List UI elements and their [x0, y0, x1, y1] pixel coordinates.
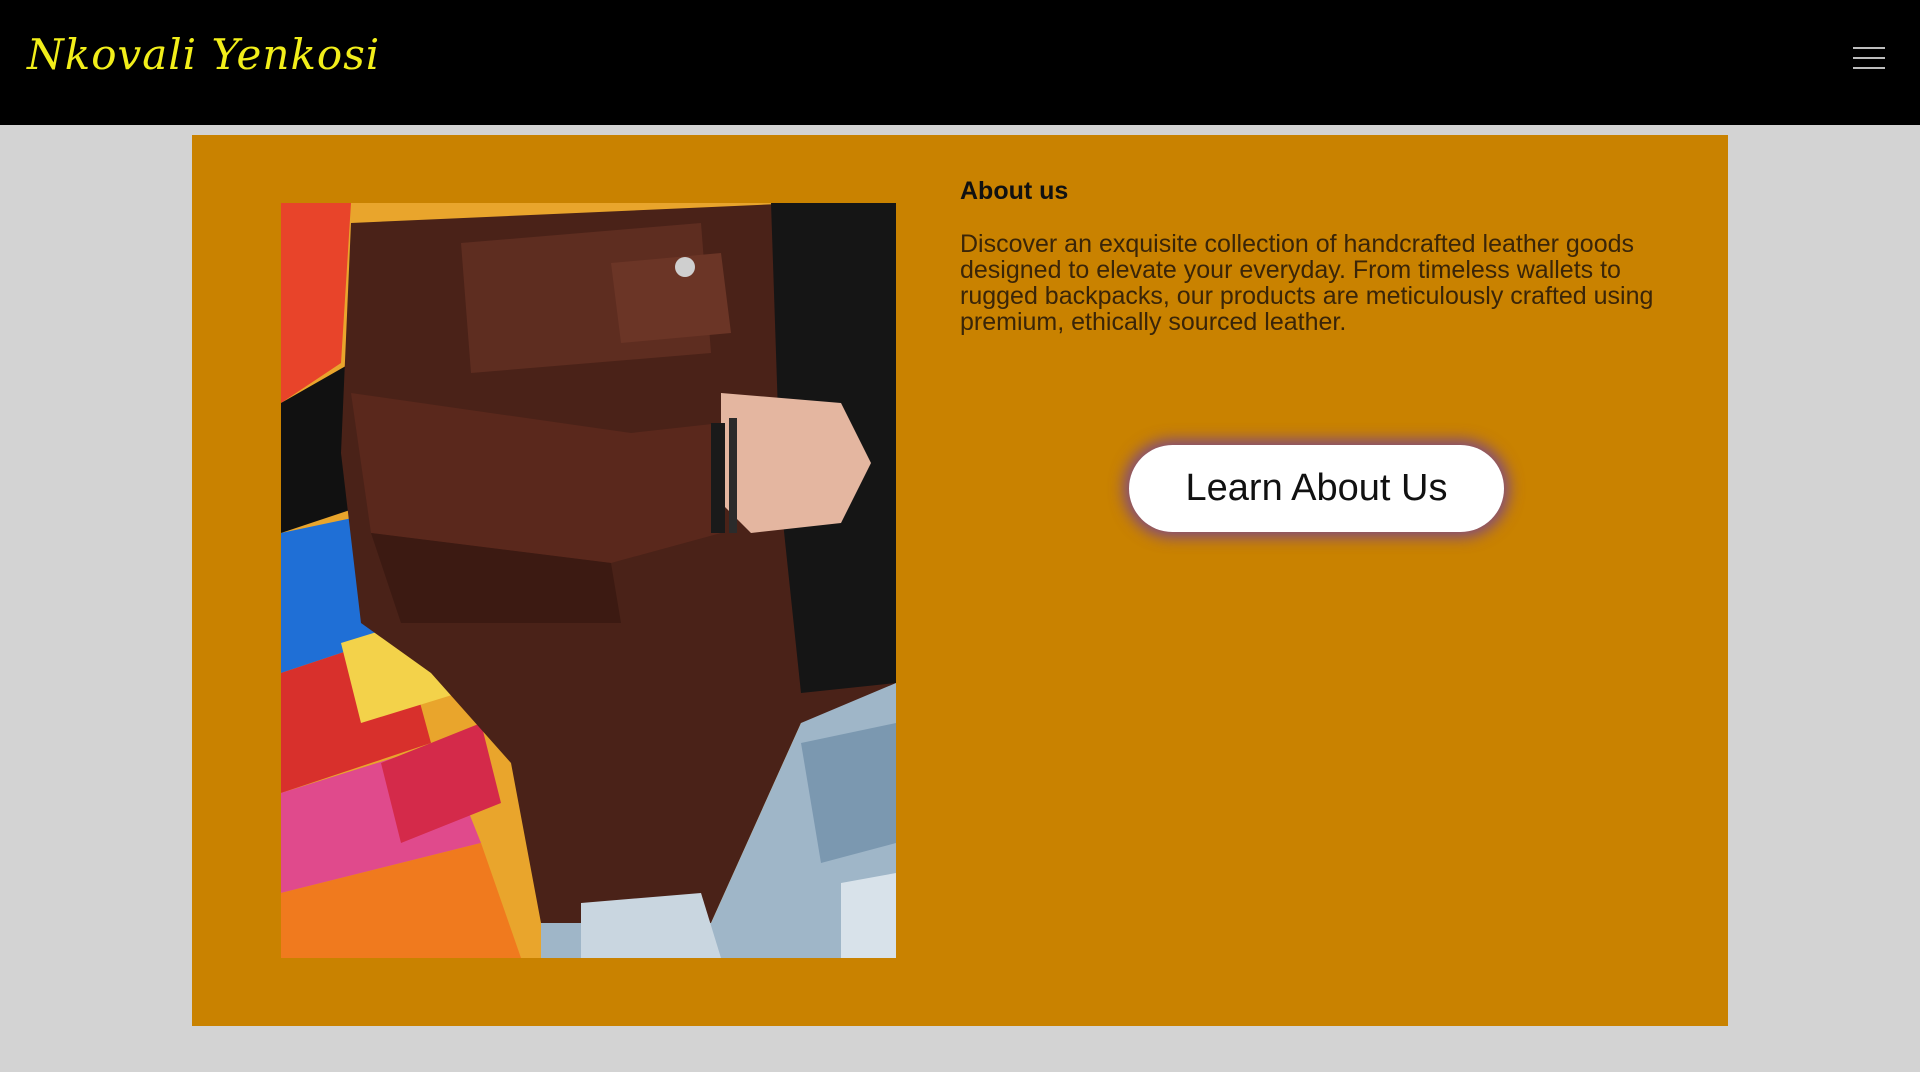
top-navbar: Nkovali Yenkosi	[0, 0, 1920, 125]
menu-line	[1853, 47, 1885, 49]
brand-logo[interactable]: Nkovali Yenkosi	[27, 30, 380, 79]
about-description: Discover an exquisite collection of hand…	[960, 230, 1654, 336]
photo-illustration	[281, 203, 896, 958]
learn-about-us-button[interactable]: Learn About Us	[1129, 445, 1504, 532]
leather-jacket-photo	[281, 203, 896, 958]
hamburger-menu-icon[interactable]	[1853, 44, 1885, 72]
about-section: About us Discover an exquisite collectio…	[192, 135, 1728, 1026]
menu-line	[1853, 67, 1885, 69]
menu-line	[1853, 57, 1885, 59]
about-title: About us	[960, 177, 1069, 205]
